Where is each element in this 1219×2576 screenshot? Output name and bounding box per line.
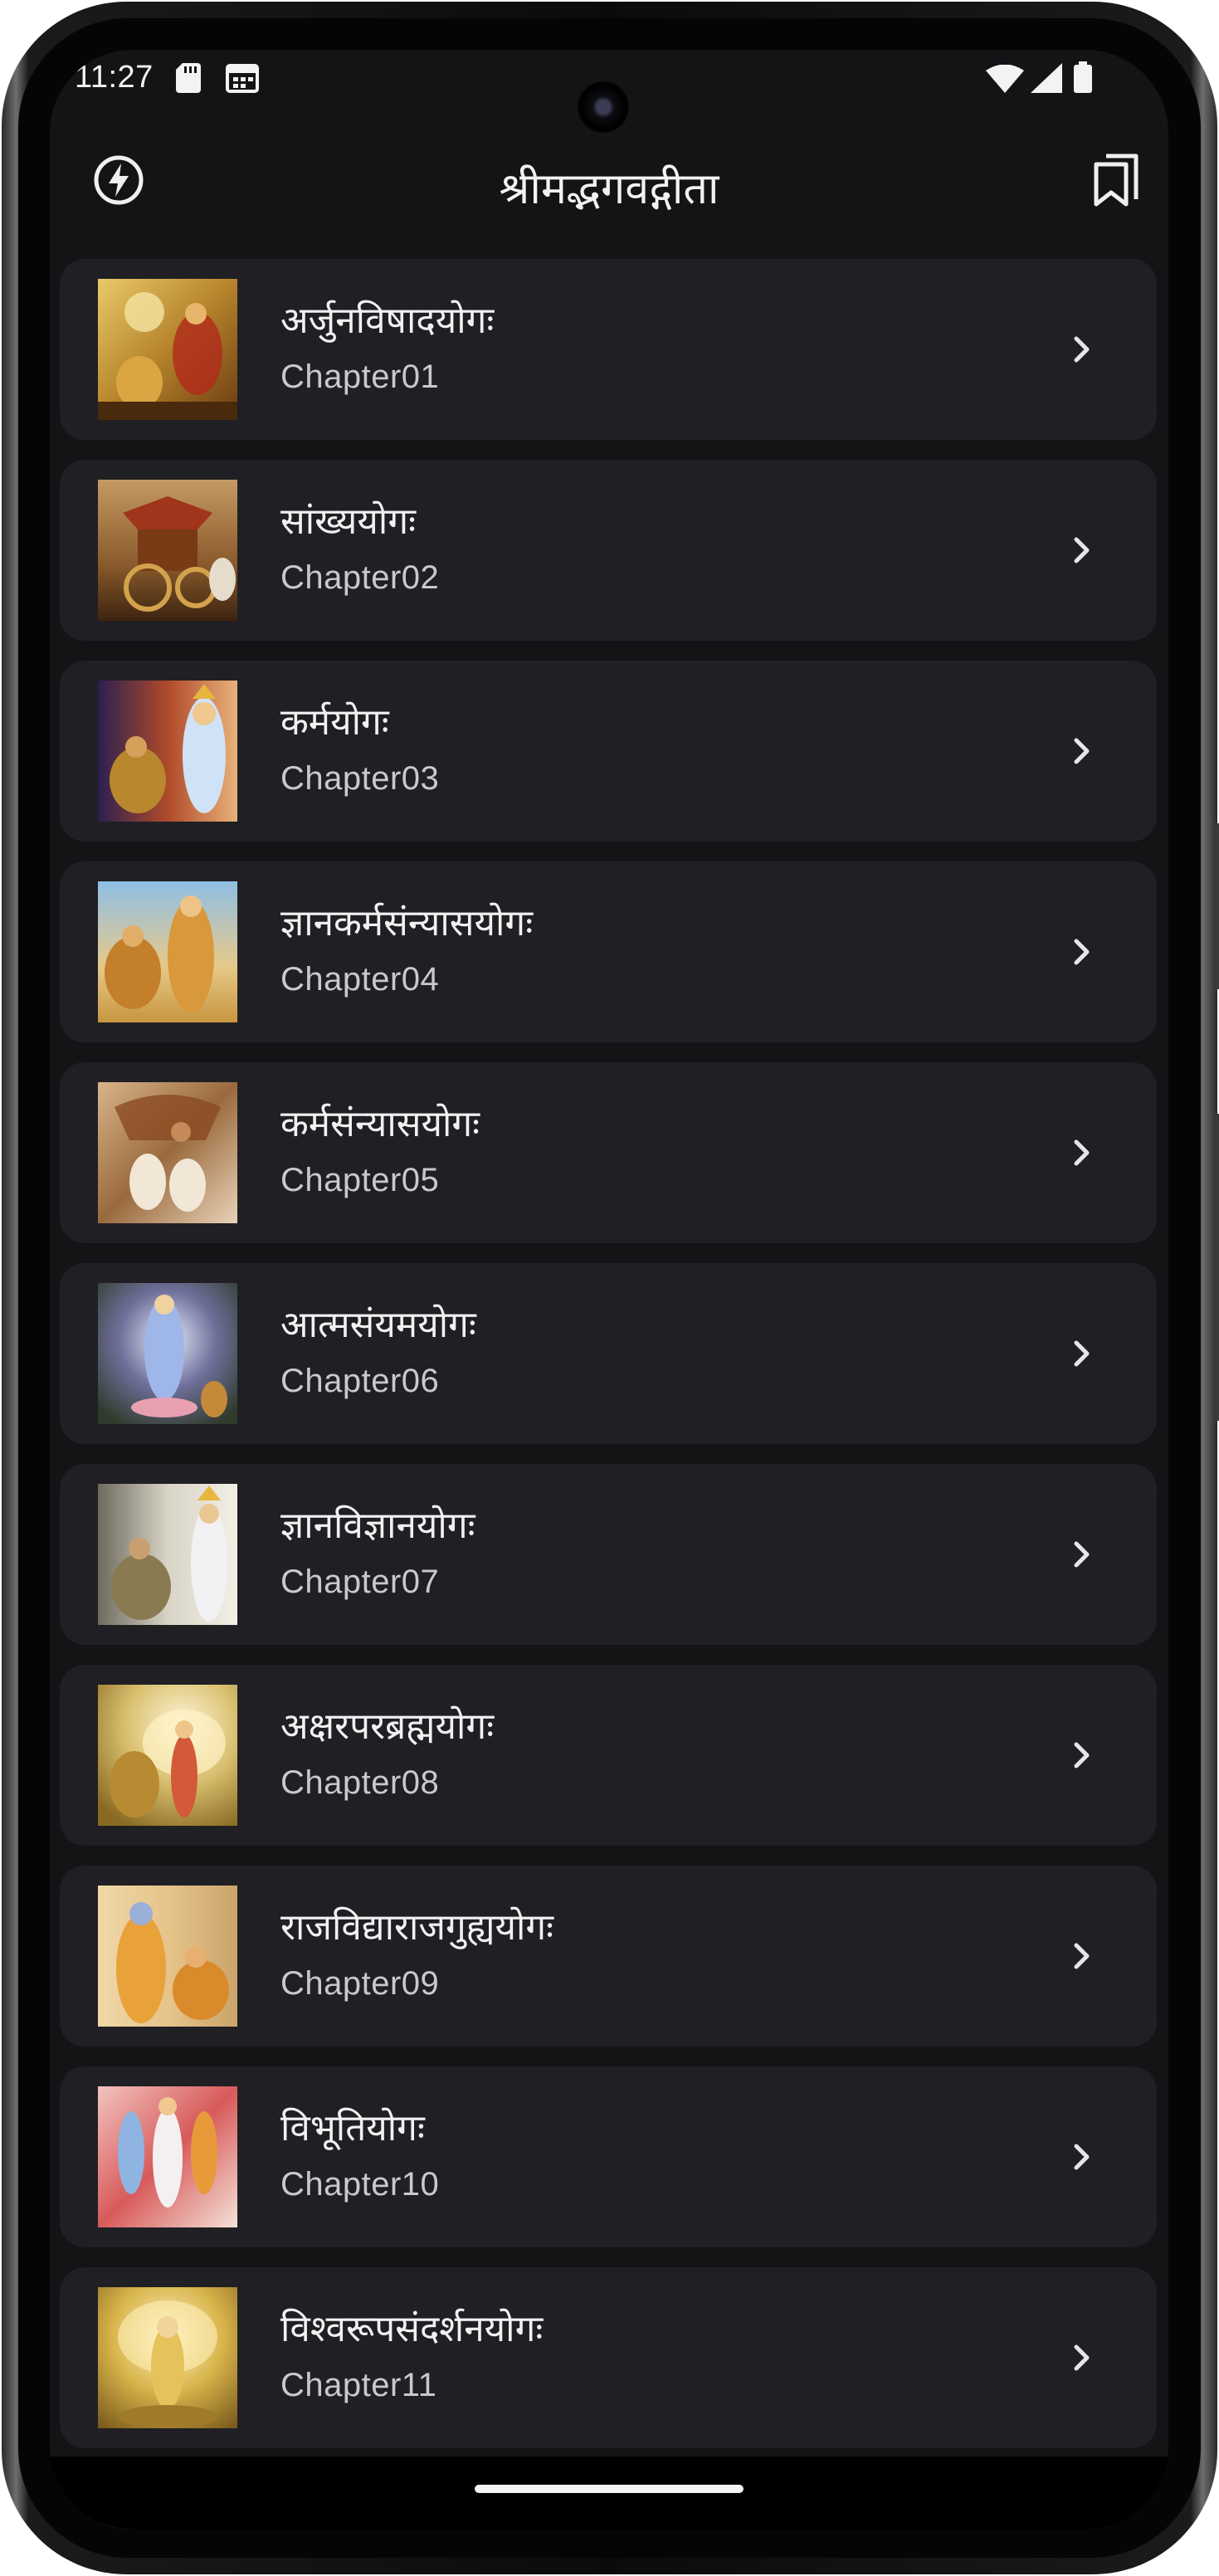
chapter-title: सांख्ययोगः — [280, 500, 416, 543]
chapter-number: Chapter01 — [280, 359, 440, 395]
chapter-number: Chapter10 — [280, 2166, 440, 2203]
wifi-icon — [986, 64, 1024, 96]
chapter-thumbnail — [98, 1484, 237, 1625]
gesture-nav-bar — [50, 2456, 1168, 2530]
chevron-right-icon — [1061, 1935, 1102, 1977]
chapter-card-01[interactable]: अर्जुनविषादयोगः Chapter01 — [60, 259, 1157, 440]
chapter-title: कर्मसंन्यासयोगः — [280, 1103, 480, 1145]
chevron-right-icon — [1061, 529, 1102, 571]
chapter-thumbnail — [98, 279, 237, 420]
chapter-number: Chapter04 — [280, 961, 440, 998]
chapter-card-09[interactable]: राजविद्याराजगुह्ययोगः Chapter09 — [60, 1866, 1157, 2047]
app-bar: श्रीमद्भगवद्गीता — [50, 133, 1168, 257]
chapter-title: कर्मयोगः — [280, 701, 389, 744]
page-title: श्रीमद्भगवद्गीता — [499, 164, 719, 214]
home-gesture-handle[interactable] — [475, 2485, 744, 2493]
chevron-right-icon — [1061, 730, 1102, 772]
chevron-right-icon — [1061, 1534, 1102, 1575]
chapter-number: Chapter08 — [280, 1764, 440, 1801]
front-camera — [578, 81, 629, 133]
chapter-card-10[interactable]: विभूतियोगः Chapter10 — [60, 2066, 1157, 2247]
chapter-card-05[interactable]: कर्मसंन्यासयोगः Chapter05 — [60, 1062, 1157, 1243]
chapter-number: Chapter02 — [280, 559, 440, 596]
chapter-thumbnail — [98, 881, 237, 1022]
bookmarks-button[interactable] — [1079, 144, 1153, 219]
chevron-right-icon — [1061, 931, 1102, 973]
status-time: 11:27 — [75, 60, 154, 95]
chevron-right-icon — [1061, 2337, 1102, 2378]
chapter-number: Chapter06 — [280, 1363, 440, 1399]
chevron-right-icon — [1061, 1132, 1102, 1173]
chapter-thumbnail — [98, 681, 237, 822]
chevron-right-icon — [1061, 1734, 1102, 1776]
chapter-thumbnail — [98, 2287, 237, 2428]
chapter-number: Chapter07 — [280, 1564, 440, 1600]
cell-signal-icon — [1031, 63, 1062, 96]
chevron-right-icon — [1061, 2136, 1102, 2178]
chapter-title: राजविद्याराजगुह्ययोगः — [280, 1906, 554, 1949]
chapter-thumbnail — [98, 2086, 237, 2227]
phone-frame: 11:27 श्रीमद्भगवद्गीता अर्जुनविषादयोगः C… — [2, 2, 1219, 2574]
chapter-title: ज्ञानविज्ञानयोगः — [280, 1505, 475, 1547]
sd-card-icon — [176, 63, 201, 96]
chapter-card-11[interactable]: विश्वरूपसंदर्शनयोगः Chapter11 — [60, 2267, 1157, 2448]
chapter-card-06[interactable]: आत्मसंयमयोगः Chapter06 — [60, 1263, 1157, 1444]
chapter-number: Chapter05 — [280, 1162, 440, 1198]
chapter-number: Chapter09 — [280, 1965, 440, 2002]
chapter-number: Chapter11 — [280, 2367, 437, 2403]
chapter-thumbnail — [98, 480, 237, 621]
chevron-right-icon — [1061, 329, 1102, 370]
chapter-title: विभूतियोगः — [280, 2107, 425, 2149]
chapter-title: आत्मसंयमयोगः — [280, 1304, 476, 1346]
chapter-card-03[interactable]: कर्मयोगः Chapter03 — [60, 661, 1157, 842]
power-button — [1216, 1114, 1219, 1421]
volume-button — [1216, 823, 1219, 989]
chapter-title: अक्षरपरब्रह्मयोगः — [280, 1705, 495, 1748]
chevron-right-icon — [1061, 1333, 1102, 1374]
bookmarks-icon — [1091, 153, 1141, 211]
chapter-title: अर्जुनविषादयोगः — [280, 300, 495, 342]
battery-icon — [1074, 61, 1092, 96]
chapter-title: विश्वरूपसंदर्शनयोगः — [280, 2308, 544, 2350]
chapter-number: Chapter03 — [280, 760, 440, 797]
screen: 11:27 श्रीमद्भगवद्गीता अर्जुनविषादयोगः C… — [50, 50, 1168, 2530]
calendar-icon — [226, 63, 259, 96]
chapter-thumbnail — [98, 1886, 237, 2027]
chapter-card-02[interactable]: सांख्ययोगः Chapter02 — [60, 460, 1157, 641]
chapter-thumbnail — [98, 1685, 237, 1826]
chapter-card-08[interactable]: अक्षरपरब्रह्मयोगः Chapter08 — [60, 1665, 1157, 1846]
chapter-thumbnail — [98, 1082, 237, 1223]
chapter-title: ज्ञानकर्मसंन्यासयोगः — [280, 902, 534, 944]
chapter-card-07[interactable]: ज्ञानविज्ञानयोगः Chapter07 — [60, 1464, 1157, 1645]
chapter-thumbnail — [98, 1283, 237, 1424]
chapter-card-04[interactable]: ज्ञानकर्मसंन्यासयोगः Chapter04 — [60, 861, 1157, 1042]
